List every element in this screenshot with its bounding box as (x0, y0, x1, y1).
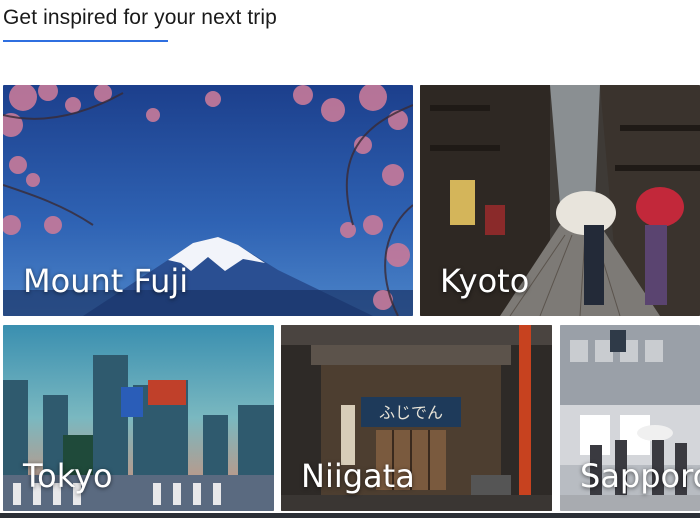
section-heading: Get inspired for your next trip (3, 6, 277, 29)
destination-card-mount-fuji[interactable]: Mount Fuji (3, 85, 413, 316)
svg-text:ふじでん: ふじでん (379, 403, 443, 422)
destination-name: Kyoto (440, 262, 530, 300)
destination-card-kyoto[interactable]: Kyoto (420, 85, 700, 316)
destination-name: Mount Fuji (23, 262, 189, 300)
bottom-divider (0, 513, 700, 518)
section-header: Get inspired for your next trip (3, 6, 277, 42)
destination-name: Sapporo (580, 457, 700, 495)
destination-name: Niigata (301, 457, 415, 495)
destination-name: Tokyo (23, 457, 113, 495)
destination-card-sapporo[interactable]: Sapporo (560, 325, 700, 511)
heading-underline (3, 40, 168, 42)
destination-card-niigata[interactable]: ふじでん Niigata (281, 325, 552, 511)
destination-card-tokyo[interactable]: Tokyo (3, 325, 274, 511)
